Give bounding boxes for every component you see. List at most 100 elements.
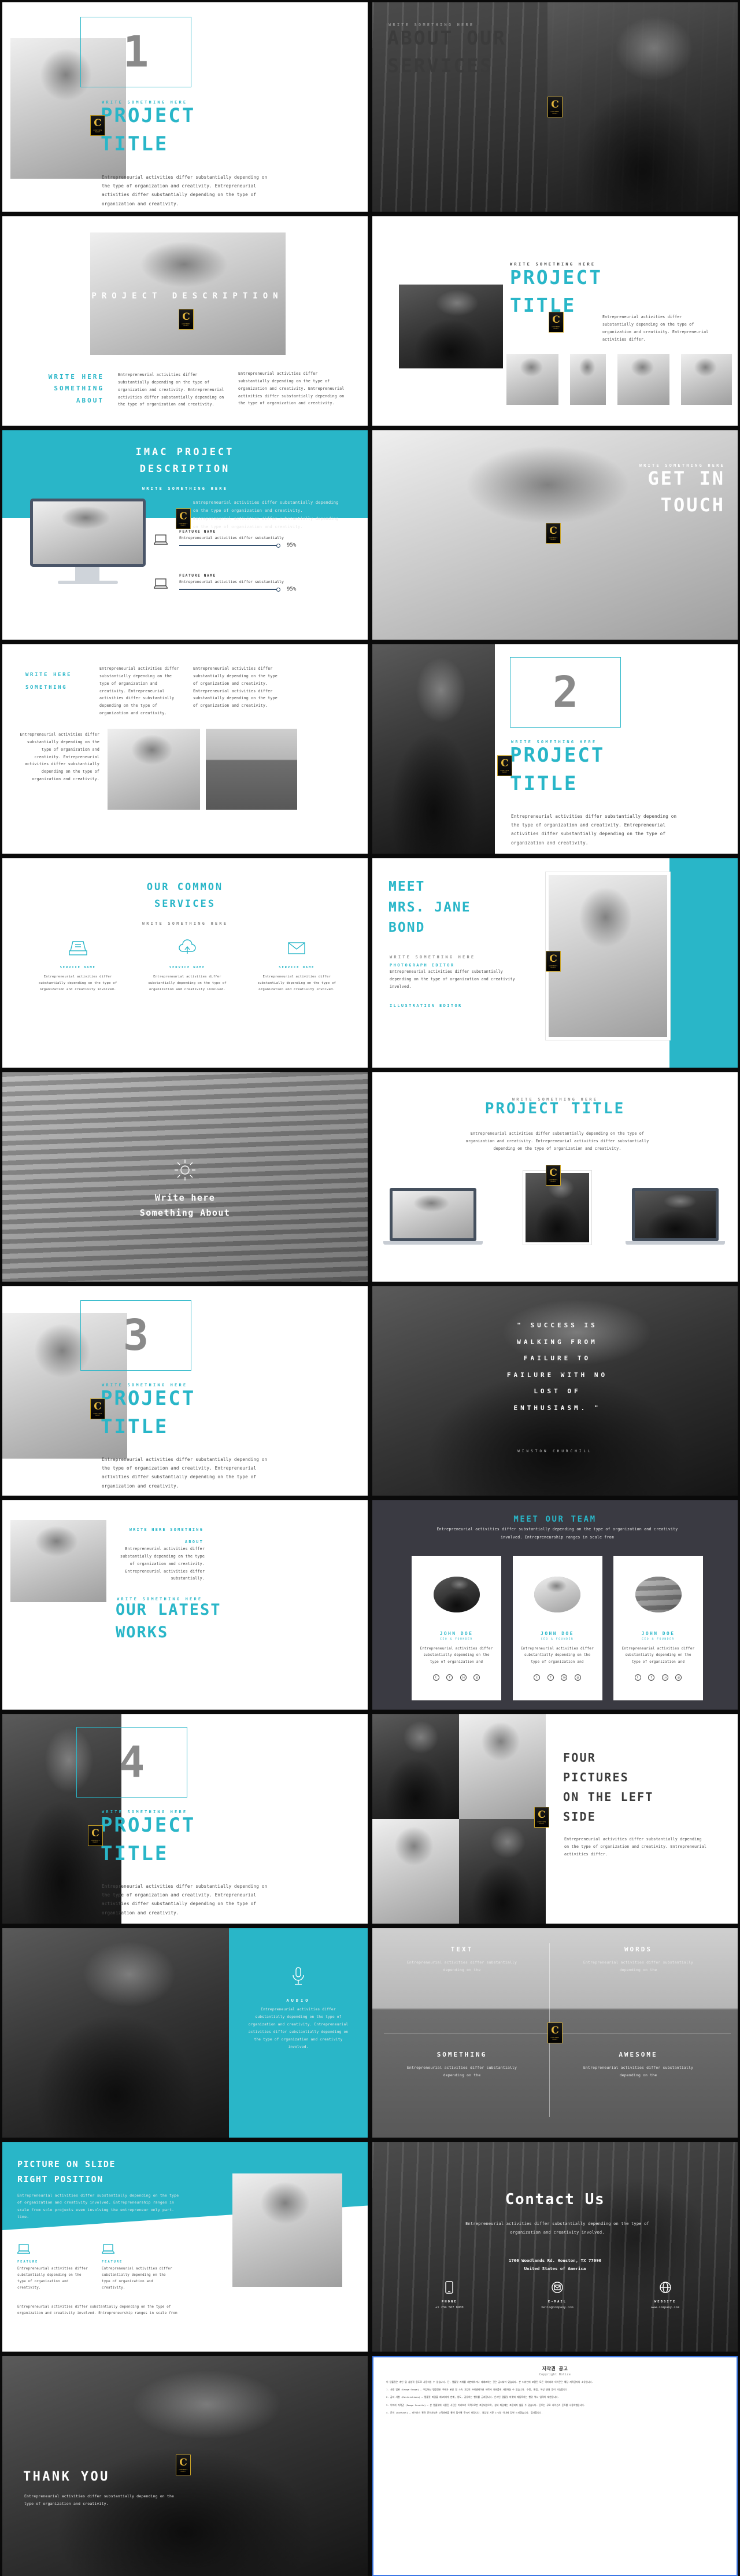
slide-four-quadrant-text[interactable]: TEXT Entrepreneurial activities differ s… <box>372 1928 738 2138</box>
quadrant-desc: Entrepreneurial activities differ substa… <box>406 2065 517 2077</box>
contact-item[interactable]: PHONE +1 234 567 8900 <box>406 2281 493 2309</box>
contact-item[interactable]: WEBSITE www.company.com <box>622 2281 709 2309</box>
slide-write-here-something[interactable]: WRITE HERE SOMETHING Entrepreneurial act… <box>2 644 368 854</box>
slide-our-latest-works[interactable]: WRITE HERE SOMETHING ABOUT Entrepreneuri… <box>2 1500 368 1710</box>
team-card[interactable]: JOHN DOE CEO & FOUNDER Entrepreneurial a… <box>412 1556 501 1700</box>
linkedin-icon[interactable]: in <box>561 1674 568 1681</box>
member-role: CEO & FOUNDER <box>642 1638 675 1641</box>
title: OUR COMMON SERVICES <box>146 881 224 910</box>
slide-photo <box>232 2173 342 2287</box>
mail-icon <box>552 2282 563 2293</box>
twitter-icon[interactable]: t <box>634 1674 641 1681</box>
slide-project-title-gallery[interactable]: WRITE SOMETHING HERE PROJECT TITLE Entre… <box>372 216 738 426</box>
watermark-badge: C CONTENTS MARKET <box>546 1165 561 1186</box>
slide-about-our-services[interactable]: WRITE SOMETHING HERE ABOUT OUR SERVICES … <box>372 2 738 212</box>
slide-project-title-4[interactable]: 4 WRITE SOMETHING HERE PROJECT TITLE Ent… <box>2 1714 368 1924</box>
number-box: 4 <box>76 1727 187 1798</box>
watermark-badge: C CONTENTS MARKET <box>179 309 194 330</box>
slide-photo <box>2 1928 229 2138</box>
feature-desc: Entrepreneurial activities differ substa… <box>179 536 284 540</box>
slide-success-quote[interactable]: " SUCCESS IS WALKING FROM FAILURE TO FAI… <box>372 1286 738 1496</box>
slide-project-title-1[interactable]: 1 WRITE SOMETHING HERE PROJECT TITLE Ent… <box>2 2 368 212</box>
title: FOUR PICTURES ON THE LEFT SIDE <box>563 1751 654 1824</box>
slide-grid: 1 WRITE SOMETHING HERE PROJECT TITLE Ent… <box>2 2 738 2576</box>
contact-label: E-MAIL <box>547 2300 567 2304</box>
linkedin-icon[interactable]: in <box>661 1674 668 1681</box>
feature-percent: 95% <box>287 542 297 549</box>
microphone-icon <box>293 1967 304 1985</box>
quadrant-title: WORDS <box>624 1946 653 1953</box>
facebook-icon[interactable]: f <box>648 1674 655 1681</box>
service-name: SERVICE NAME <box>169 966 205 969</box>
feature-name: FEATURE NAME <box>179 530 216 534</box>
feature-desc: Entrepreneurial activities differ substa… <box>17 2267 88 2290</box>
quadrant-1: TEXT Entrepreneurial activities differ s… <box>395 1946 528 1974</box>
imac-base <box>58 581 118 584</box>
document-paragraph: 이 템플릿은 개인 및 상업적 용도로 사용하실 수 있습니다. 단, 템플릿 … <box>386 2381 593 2383</box>
photo-2 <box>206 729 297 810</box>
body-text: Entrepreneurial activities differ substa… <box>564 1837 707 1857</box>
facebook-icon[interactable]: f <box>547 1674 554 1681</box>
team-card[interactable]: JOHN DOE CEO & FOUNDER Entrepreneurial a… <box>512 1556 602 1700</box>
intro-text: Entrepreneurial activities differ substa… <box>193 500 339 529</box>
picture-3 <box>372 1819 459 1924</box>
slide-write-here-something-about[interactable]: Write here Something About <box>2 1072 368 1282</box>
slide-project-description[interactable]: PROJECT DESCRIPTION WRITE HERE SOMETHING… <box>2 216 368 426</box>
team-card[interactable]: JOHN DOE CEO & FOUNDER Entrepreneurial a… <box>613 1556 703 1700</box>
slide-project-title-2[interactable]: 2 WRITE SOMETHING HERE PROJECT TITLE Ent… <box>372 644 738 854</box>
instagram-icon[interactable]: @ <box>675 1674 682 1681</box>
picture-4 <box>459 1819 546 1924</box>
linkedin-icon[interactable]: in <box>460 1674 467 1681</box>
progress-knob[interactable] <box>276 587 280 592</box>
slide-four-pictures-left-side[interactable]: FOUR PICTURES ON THE LEFT SIDE Entrepren… <box>372 1714 738 1924</box>
slide-copyright-document[interactable]: 저작권 공고 Copyright Notice 이 템플릿은 개인 및 상업적 … <box>372 2356 738 2576</box>
instagram-icon[interactable]: @ <box>473 1674 480 1681</box>
progress-knob[interactable] <box>276 543 280 548</box>
body-text: Entrepreneurial activities differ substa… <box>102 1884 268 1916</box>
slide-our-common-services[interactable]: OUR COMMON SERVICES WRITE SOMETHING HERE… <box>2 858 368 1068</box>
service-name: SERVICE NAME <box>60 966 96 969</box>
twitter-icon[interactable]: t <box>432 1674 439 1681</box>
slide-get-in-touch[interactable]: WRITE SOMETHING HERE GET IN TOUCH C CONTE… <box>372 430 738 640</box>
service-item[interactable]: SERVICE NAME Entrepreneurial activities … <box>253 939 340 993</box>
facebook-icon[interactable]: f <box>446 1674 453 1681</box>
bottom-text: Entrepreneurial activities differ substa… <box>20 732 99 782</box>
audio-label: AUDIO <box>286 1998 310 2003</box>
quadrant-desc: Entrepreneurial activities differ substa… <box>583 1960 694 1972</box>
slide-picture-right-position[interactable]: PICTURE ON SLIDE RIGHT POSITION Entrepre… <box>2 2142 368 2352</box>
body-text: Entrepreneurial activities differ substa… <box>465 1131 649 1151</box>
feature-desc: Entrepreneurial activities differ substa… <box>179 580 284 584</box>
feature-item: FEATURE Entrepreneurial activities diffe… <box>16 2244 89 2291</box>
slide-contact-us[interactable]: Contact Us Entrepreneurial activities di… <box>372 2142 738 2352</box>
document-title: 저작권 공고 <box>542 2366 568 2371</box>
slide-project-title-devices[interactable]: WRITE SOMETHING HERE PROJECT TITLE Entre… <box>372 1072 738 1282</box>
slide-meet-our-team[interactable]: MEET OUR TEAM Entrepreneurial activities… <box>372 1500 738 1710</box>
title: IMAC PROJECT DESCRIPTION <box>135 446 235 475</box>
slide-audio[interactable]: AUDIO Entrepreneurial activities differ … <box>2 1928 368 2138</box>
picture-1 <box>372 1714 459 1819</box>
body-text: Entrepreneurial activities differ substa… <box>102 175 268 206</box>
twitter-icon[interactable]: t <box>534 1674 541 1681</box>
number-box: 3 <box>80 1300 191 1371</box>
slide-imac-project-description[interactable]: IMAC PROJECT DESCRIPTION WRITE SOMETHING… <box>2 430 368 640</box>
title: Contact Us <box>505 2191 605 2208</box>
instagram-icon[interactable]: @ <box>574 1674 581 1681</box>
member-name: JOHN DOE <box>641 1631 675 1636</box>
feature-name: FEATURE <box>17 2260 39 2264</box>
contacts-row: PHONE +1 234 567 8900 E-MAIL hello@compa… <box>395 2281 719 2309</box>
service-item[interactable]: SERVICE NAME Entrepreneurial activities … <box>35 939 121 993</box>
service-item[interactable]: SERVICE NAME Entrepreneurial activities … <box>144 939 231 993</box>
slide-number: 2 <box>552 667 579 717</box>
social-row: t f in @ <box>513 1670 602 1681</box>
contact-item[interactable]: E-MAIL hello@company.com <box>514 2281 601 2309</box>
slide-thank-you[interactable]: THANK YOU Entrepreneurial activities dif… <box>2 2356 368 2576</box>
sun-icon-wrap <box>2 1158 368 1184</box>
slide-meet-mrs-jane-bond[interactable]: MEET MRS. JANE BOND WRITE SOMETHING HERE… <box>372 858 738 1068</box>
slide-project-title-3[interactable]: 3 WRITE SOMETHING HERE PROJECT TITLE Ent… <box>2 1286 368 1496</box>
picture-grid <box>372 1714 546 1924</box>
social-row: t f in @ <box>412 1670 501 1681</box>
watermark-badge: C CONTENTS MARKET <box>549 312 564 333</box>
title: THANK YOU <box>23 2470 110 2484</box>
quadrant-title: AWESOME <box>619 2051 658 2058</box>
body-text: Entrepreneurial activities differ substa… <box>102 1457 268 1489</box>
